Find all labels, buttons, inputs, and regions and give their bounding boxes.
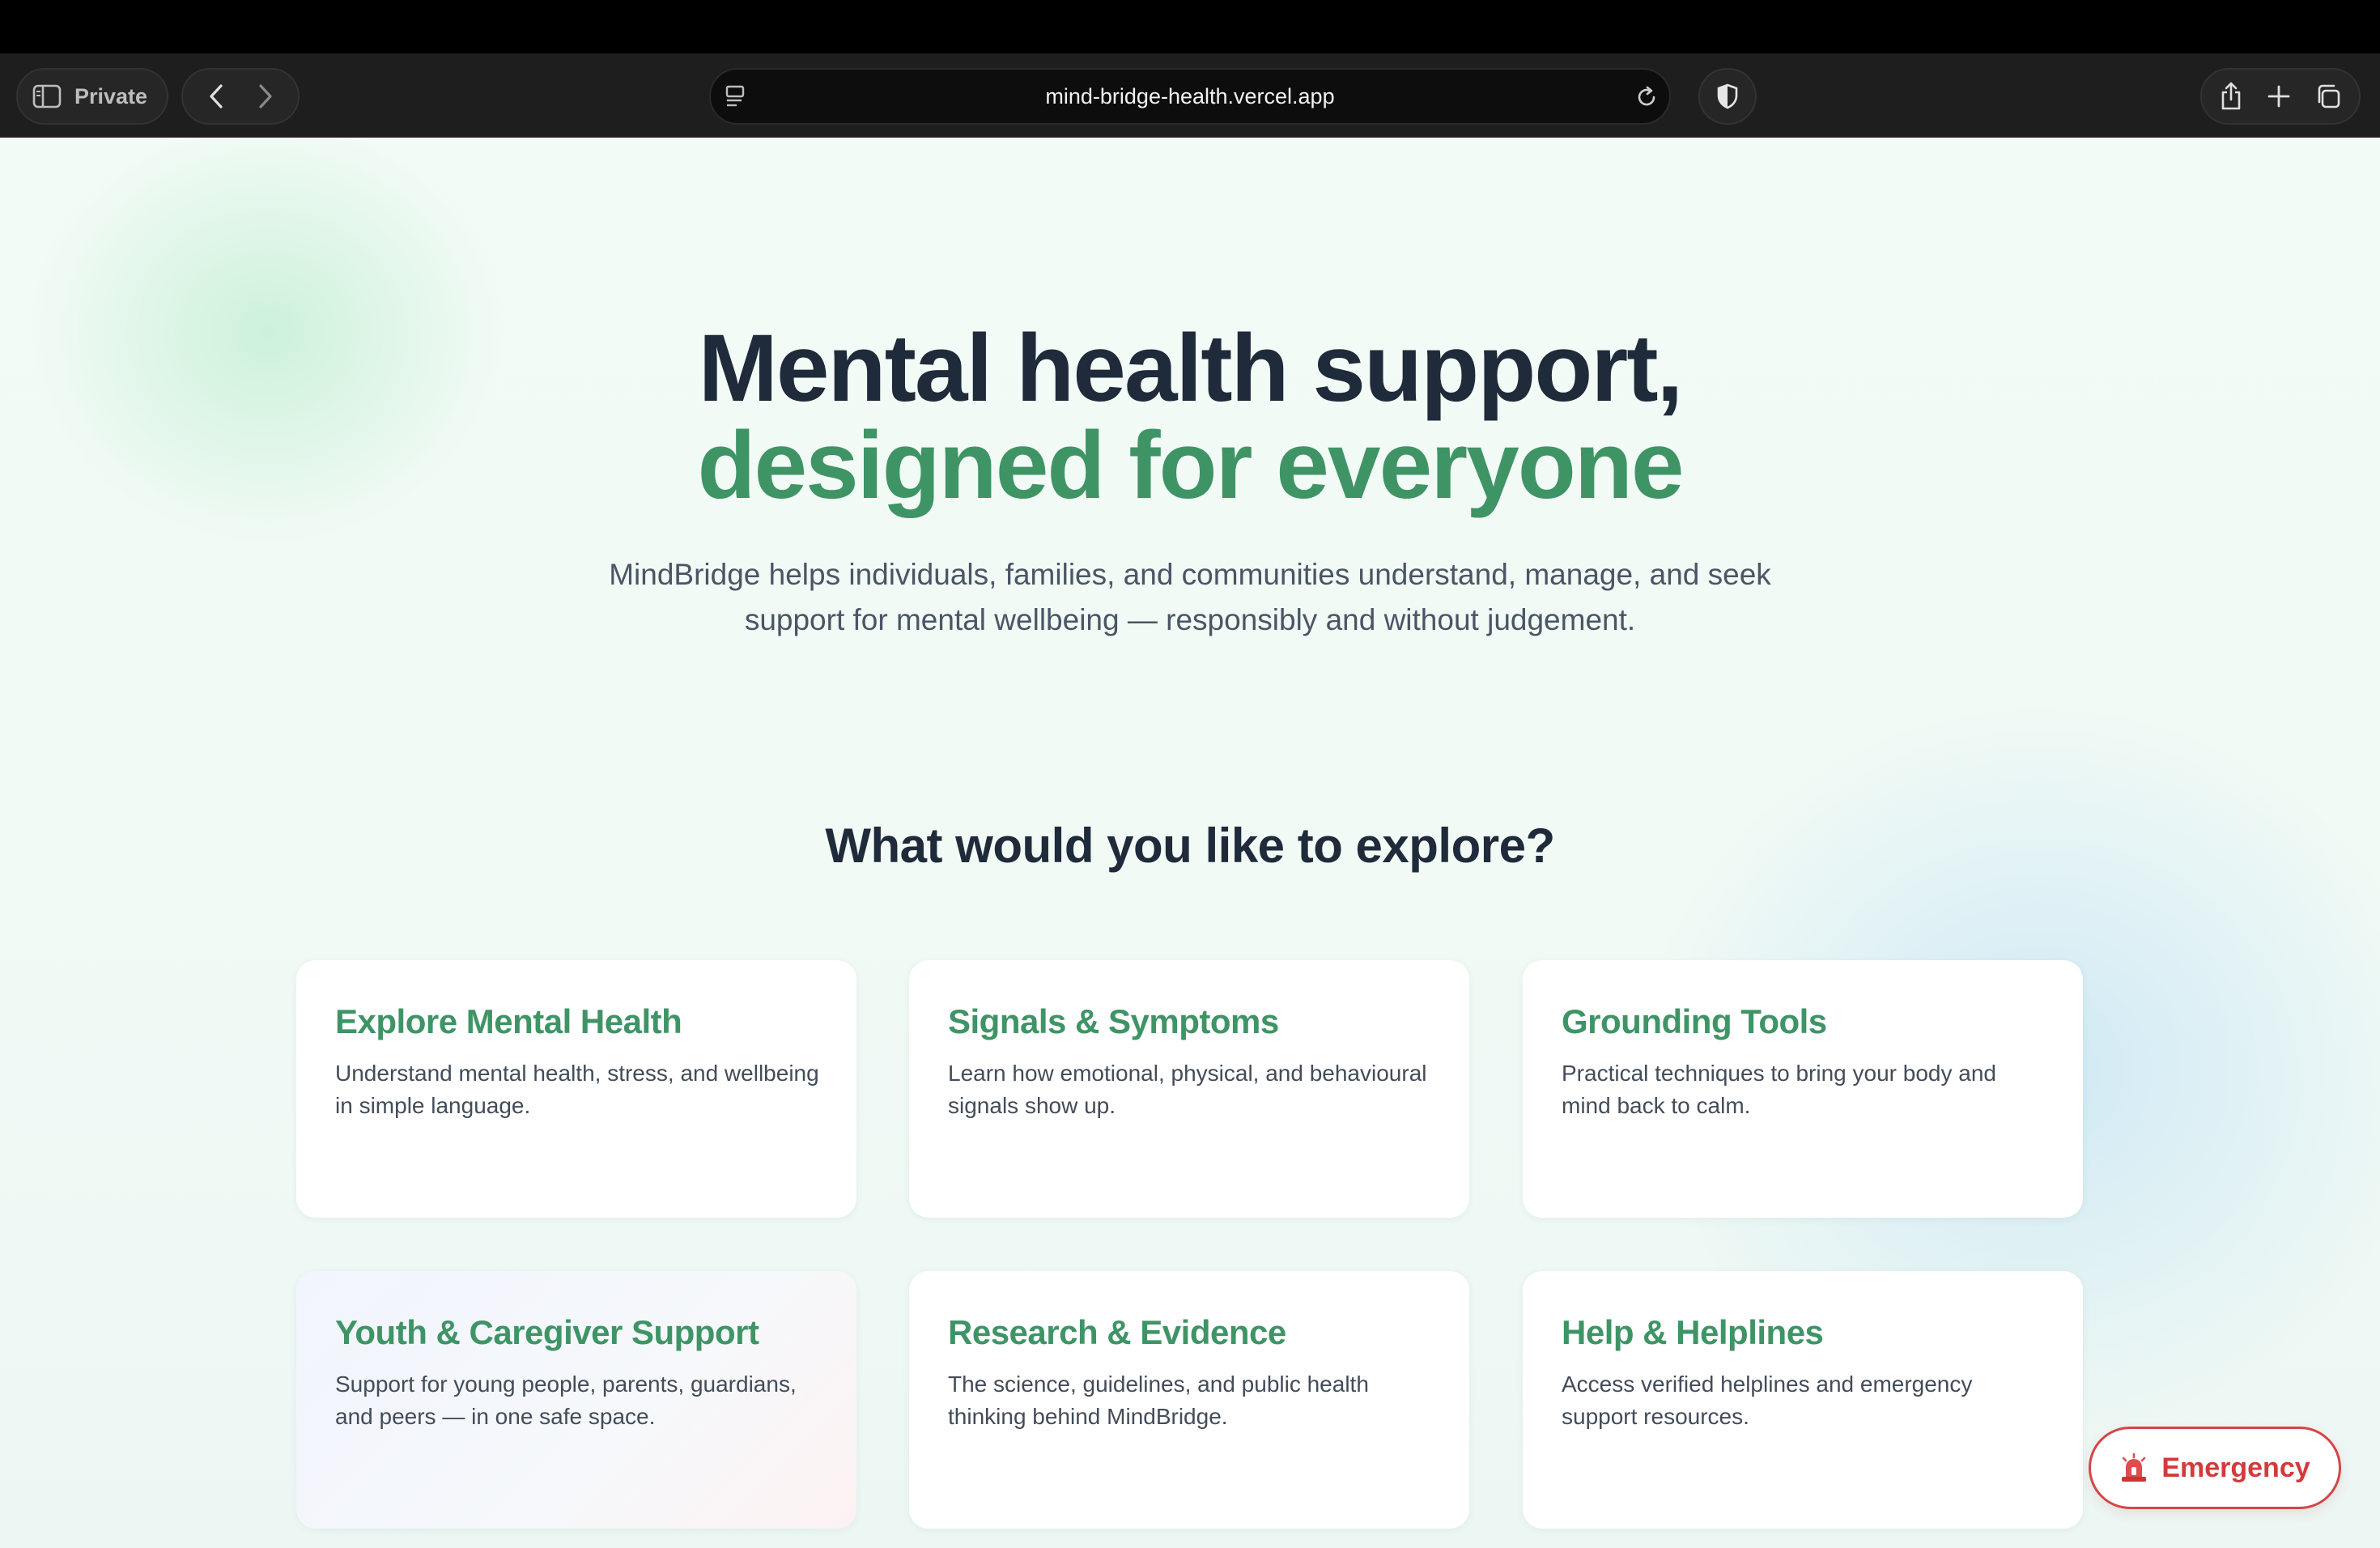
card-title: Youth & Caregiver Support xyxy=(335,1313,759,1351)
privacy-shield-button[interactable] xyxy=(1698,68,1757,125)
card-description: Learn how emotional, physical, and behav… xyxy=(948,1061,1427,1118)
card-description: Access verified helplines and emergency … xyxy=(1562,1372,1973,1429)
card-help-helplines[interactable]: Help & Helplines Access verified helplin… xyxy=(1523,1271,2083,1529)
window-actions xyxy=(2200,68,2361,125)
card-title: Help & Helplines xyxy=(1562,1313,1824,1351)
card-research-evidence[interactable]: Research & Evidence The science, guideli… xyxy=(909,1271,1469,1529)
forward-icon[interactable] xyxy=(256,83,275,110)
address-bar[interactable]: mind-bridge-health.vercel.app xyxy=(709,68,1671,125)
card-grounding-tools[interactable]: Grounding Tools Practical techniques to … xyxy=(1523,960,2083,1218)
card-description: The science, guidelines, and public heal… xyxy=(948,1372,1369,1429)
sidebar-private-button[interactable]: Private xyxy=(16,68,168,125)
hero-subtitle: MindBridge helps individuals, families, … xyxy=(609,558,1771,636)
card-title: Explore Mental Health xyxy=(335,1002,682,1040)
page-menu-icon[interactable] xyxy=(724,84,746,108)
explore-heading: What would you like to explore? xyxy=(825,819,1555,873)
new-tab-icon[interactable] xyxy=(2267,84,2291,108)
hero-title-line2: designed for everyone xyxy=(697,412,1684,519)
page-content: Mental health support, designed for ever… xyxy=(0,138,2380,1548)
browser-toolbar: Private mind-bridge-health.vercel.app xyxy=(0,53,2380,138)
menu-bar xyxy=(0,0,2380,53)
card-youth-caregiver-support[interactable]: Youth & Caregiver Support Support for yo… xyxy=(296,1271,856,1529)
card-description: Understand mental health, stress, and we… xyxy=(335,1061,819,1118)
navigation-buttons xyxy=(181,68,300,125)
tab-overview-icon[interactable] xyxy=(2314,83,2342,110)
back-icon[interactable] xyxy=(206,83,226,110)
card-title: Signals & Symptoms xyxy=(948,1002,1279,1040)
card-signals-symptoms[interactable]: Signals & Symptoms Learn how emotional, … xyxy=(909,960,1469,1218)
shield-icon xyxy=(1715,83,1740,110)
reload-icon[interactable] xyxy=(1634,84,1660,110)
card-title: Grounding Tools xyxy=(1562,1002,1827,1040)
card-explore-mental-health[interactable]: Explore Mental Health Understand mental … xyxy=(296,960,856,1218)
siren-icon xyxy=(2119,1452,2148,1483)
hero-title-line1: Mental health support, xyxy=(698,315,1684,422)
sidebar-icon xyxy=(32,84,62,108)
share-icon[interactable] xyxy=(2219,81,2243,112)
card-description: Practical techniques to bring your body … xyxy=(1562,1061,1996,1118)
emergency-button[interactable]: Emergency xyxy=(2089,1427,2341,1509)
card-description: Support for young people, parents, guard… xyxy=(335,1372,797,1429)
private-label: Private xyxy=(74,83,148,108)
emergency-label: Emergency xyxy=(2161,1452,2310,1483)
url-text: mind-bridge-health.vercel.app xyxy=(1045,83,1335,108)
card-title: Research & Evidence xyxy=(948,1313,1286,1351)
